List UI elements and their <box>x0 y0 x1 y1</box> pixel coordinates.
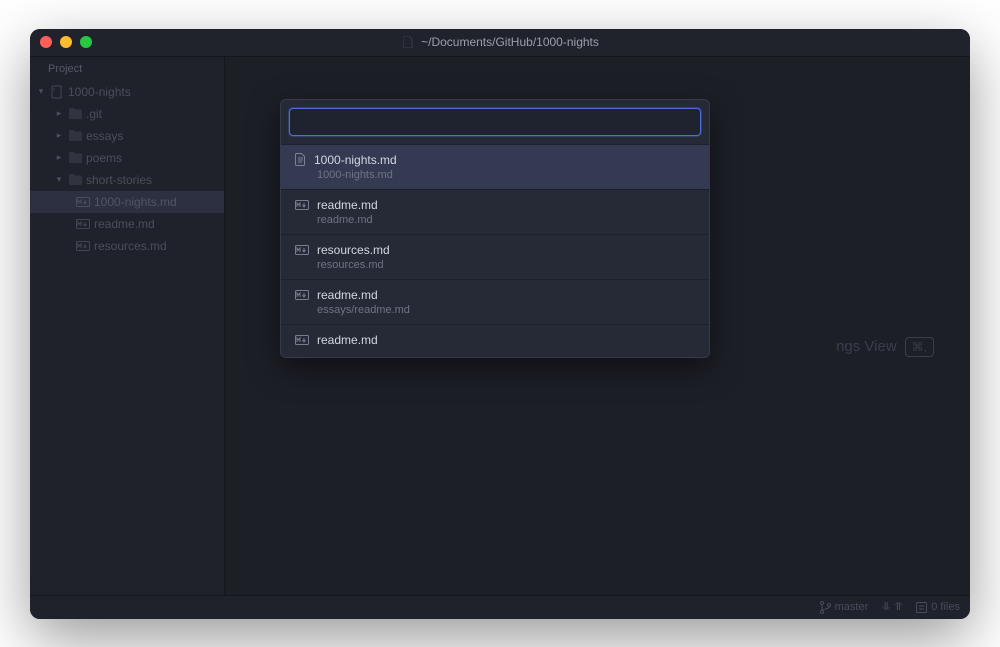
result-name: readme.md <box>317 198 378 212</box>
files-count: 0 files <box>931 601 960 613</box>
tree-item[interactable]: resources.md <box>30 235 224 257</box>
chevron-down-icon: ▾ <box>54 174 64 185</box>
window-title: ~/Documents/GitHub/1000-nights <box>30 35 970 49</box>
diff-icon <box>916 602 927 613</box>
fuzzy-result[interactable]: readme.md readme.md <box>281 189 709 234</box>
chevron-down-icon: ▾ <box>36 86 46 97</box>
tree-item[interactable]: 1000-nights.md <box>30 191 224 213</box>
folder-icon <box>68 174 82 185</box>
git-branch-status[interactable]: master <box>820 601 869 614</box>
tree-item-label: readme.md <box>94 217 155 231</box>
project-sidebar: Project ▾ 1000-nights ▸ .git ▸ <box>30 57 225 595</box>
status-bar: master ⥥ ⥣ 0 files <box>30 595 970 619</box>
sidebar-header: Project <box>30 57 224 81</box>
fuzzy-finder-results[interactable]: 1000-nights.md 1000-nights.md readme.md … <box>281 144 709 357</box>
hint-shortcut: ⌘, <box>905 337 934 357</box>
file-icon <box>295 153 306 166</box>
repo-icon <box>50 85 64 99</box>
tree-item[interactable]: ▸ essays <box>30 125 224 147</box>
fuzzy-finder-palette: 1000-nights.md 1000-nights.md readme.md … <box>280 99 710 358</box>
result-path: essays/readme.md <box>295 304 697 316</box>
chevron-right-icon: ▸ <box>54 130 64 141</box>
markdown-icon <box>76 197 90 207</box>
result-name: 1000-nights.md <box>314 153 397 167</box>
markdown-icon <box>295 335 309 345</box>
chevron-right-icon: ▸ <box>54 152 64 163</box>
folder-icon <box>68 152 82 163</box>
markdown-icon <box>76 219 90 229</box>
window-title-text: ~/Documents/GitHub/1000-nights <box>421 35 599 49</box>
result-path: 1000-nights.md <box>295 169 697 181</box>
hint-text: ngs View <box>836 338 897 355</box>
result-path: resources.md <box>295 259 697 271</box>
fuzzy-result[interactable]: readme.md essays/readme.md <box>281 279 709 324</box>
window-body: Project ▾ 1000-nights ▸ .git ▸ <box>30 57 970 595</box>
markdown-icon <box>76 241 90 251</box>
app-window: ~/Documents/GitHub/1000-nights Project ▾… <box>30 29 970 619</box>
tree-item-label: resources.md <box>94 239 167 253</box>
git-fetch-status[interactable]: ⥥ ⥣ <box>882 601 902 614</box>
result-name: readme.md <box>317 333 378 347</box>
branch-icon <box>820 601 831 614</box>
markdown-icon <box>295 290 309 300</box>
tree-item-label: 1000-nights.md <box>94 195 177 209</box>
fuzzy-finder-input[interactable] <box>289 108 701 136</box>
tree-root[interactable]: ▾ 1000-nights <box>30 81 224 103</box>
tree-item-label: poems <box>86 151 122 165</box>
branch-name: master <box>835 601 869 613</box>
file-icon <box>401 36 415 48</box>
folder-icon <box>68 108 82 119</box>
markdown-icon <box>295 245 309 255</box>
tree-item[interactable]: readme.md <box>30 213 224 235</box>
title-bar: ~/Documents/GitHub/1000-nights <box>30 29 970 57</box>
background-hint: ngs View ⌘, <box>836 337 934 357</box>
tree-item[interactable]: ▸ poems <box>30 147 224 169</box>
folder-icon <box>68 130 82 141</box>
markdown-icon <box>295 200 309 210</box>
tree-item-label: .git <box>86 107 102 121</box>
file-tree[interactable]: ▾ 1000-nights ▸ .git ▸ essays <box>30 81 224 595</box>
chevron-right-icon: ▸ <box>54 108 64 119</box>
result-name: resources.md <box>317 243 390 257</box>
arrow-up-icon: ⥣ <box>894 601 902 614</box>
fuzzy-result[interactable]: 1000-nights.md 1000-nights.md <box>281 144 709 189</box>
tree-item-label: short-stories <box>86 173 152 187</box>
fuzzy-result[interactable]: readme.md <box>281 324 709 357</box>
tree-item[interactable]: ▾ short-stories <box>30 169 224 191</box>
tree-root-label: 1000-nights <box>68 85 131 99</box>
tree-item[interactable]: ▸ .git <box>30 103 224 125</box>
arrow-down-icon: ⥥ <box>882 601 890 614</box>
git-files-status[interactable]: 0 files <box>916 601 960 613</box>
tree-item-label: essays <box>86 129 123 143</box>
fuzzy-result[interactable]: resources.md resources.md <box>281 234 709 279</box>
result-name: readme.md <box>317 288 378 302</box>
result-path: readme.md <box>295 214 697 226</box>
